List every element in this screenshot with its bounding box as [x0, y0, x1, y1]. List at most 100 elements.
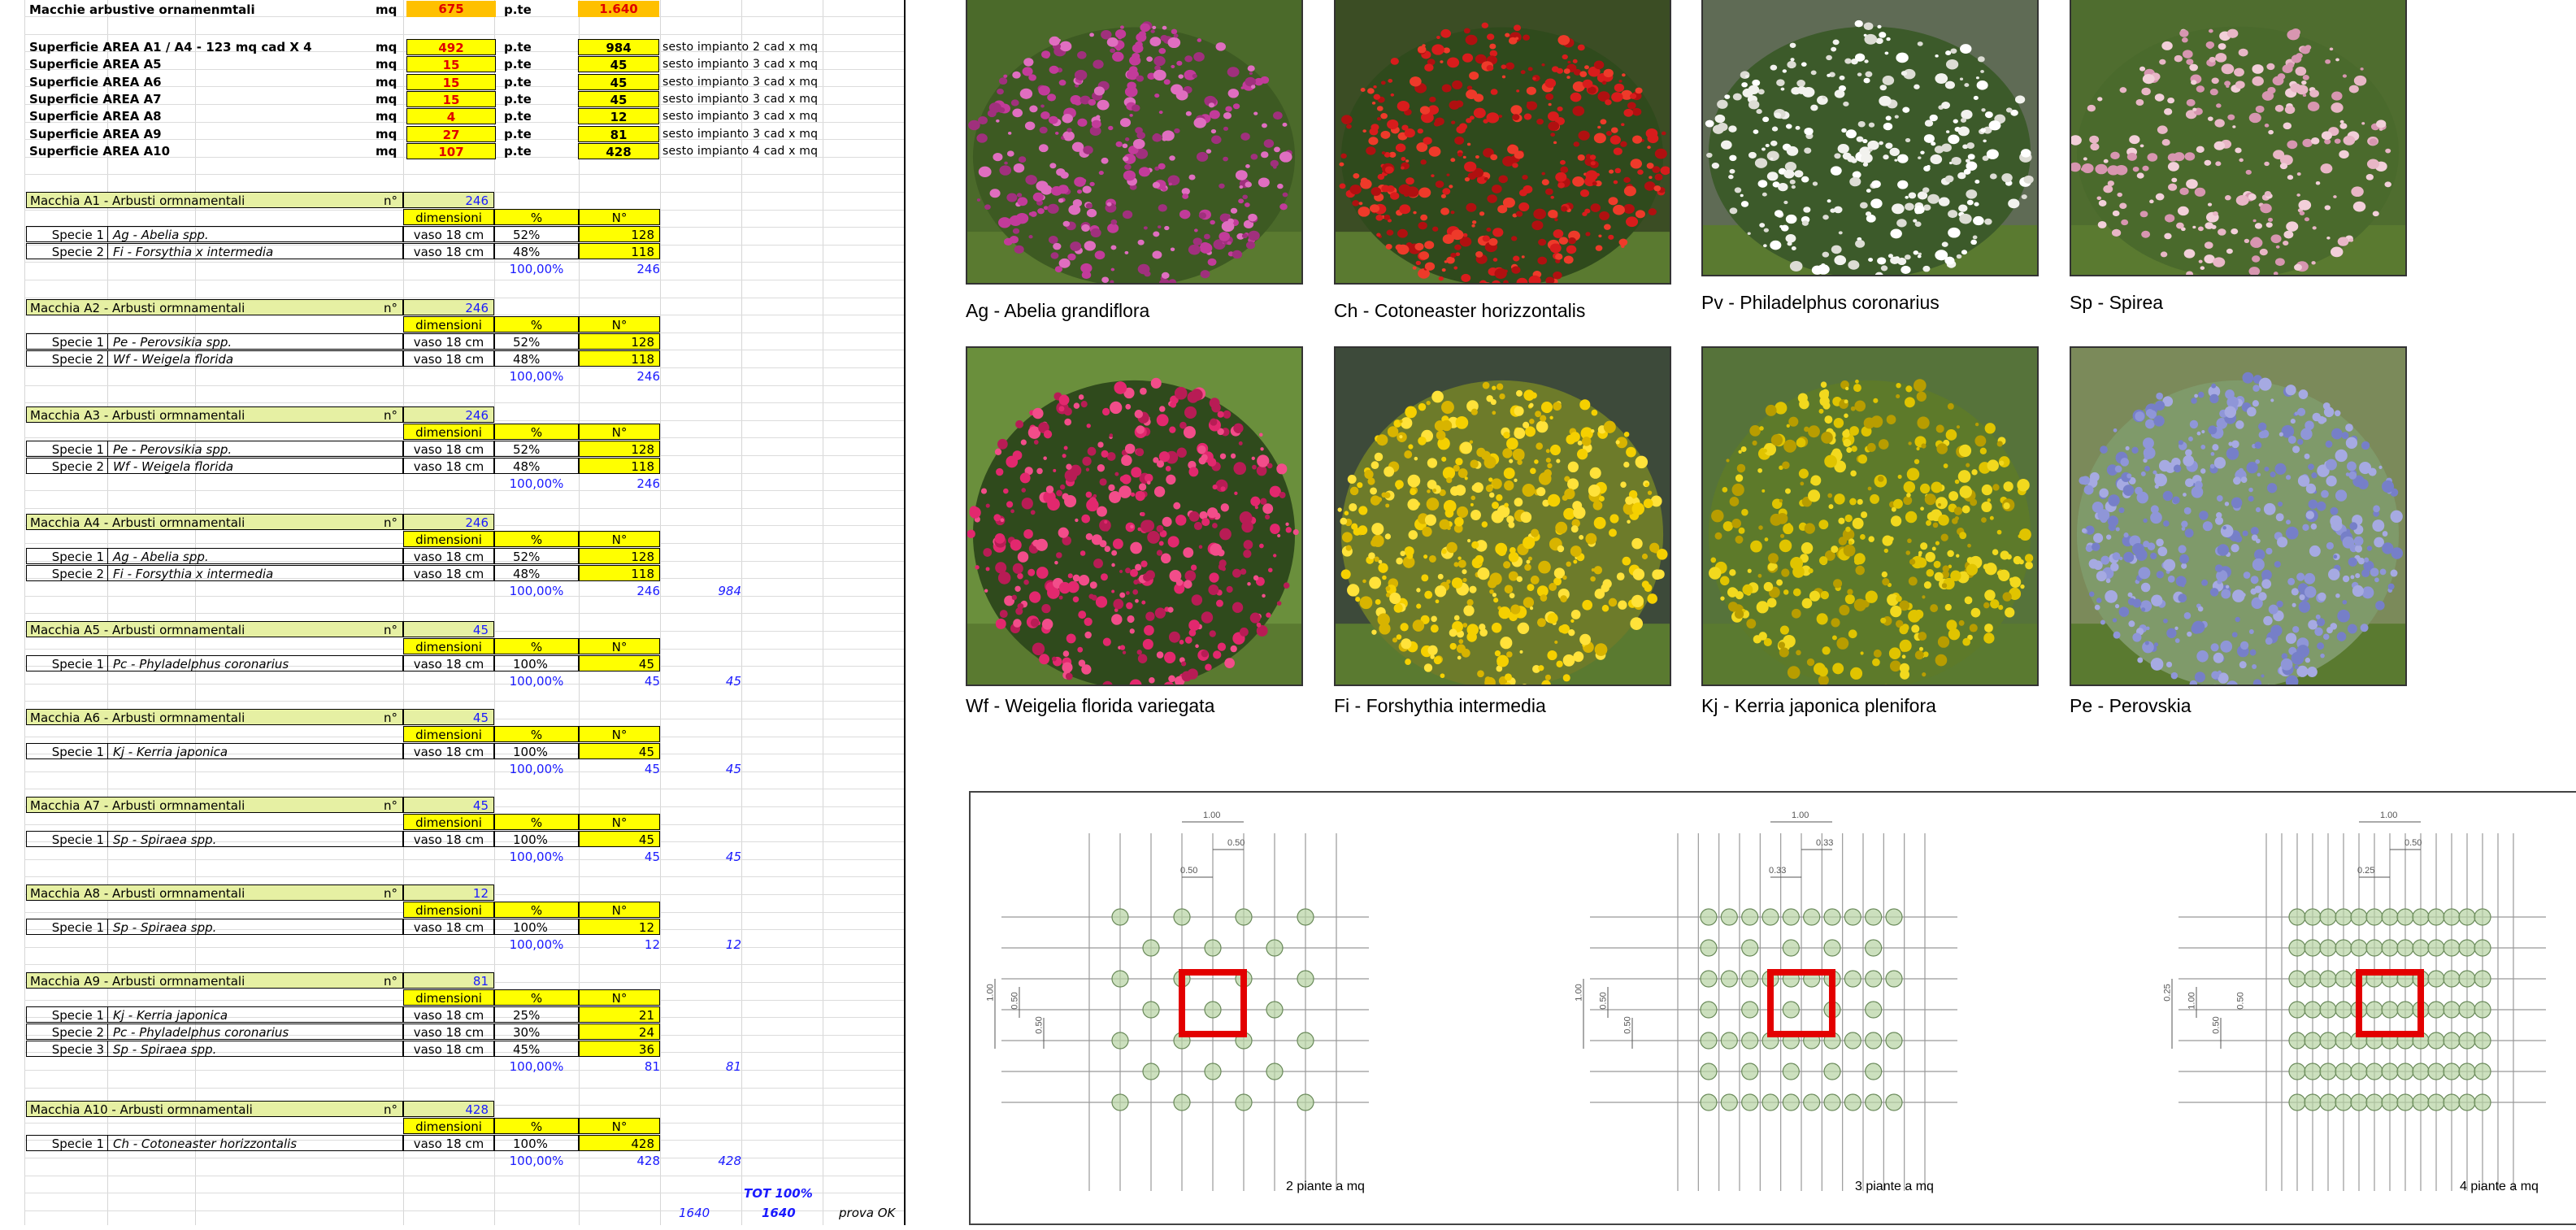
species-pct[interactable]: 45% [494, 1041, 579, 1057]
header-dimensioni[interactable]: dimensioni [403, 638, 494, 654]
species-name[interactable]: Pc - Phyladelphus coronarius [107, 655, 403, 672]
summary-row-label[interactable]: Superficie AREA A6 [29, 74, 162, 90]
species-name[interactable]: Pc - Phyladelphus coronarius [107, 1024, 403, 1040]
header-num[interactable]: N° [579, 902, 660, 918]
group-n-label[interactable]: n° [341, 299, 403, 315]
species-pct[interactable]: 100% [494, 1135, 579, 1151]
species-label[interactable]: Specie 2 [26, 565, 107, 581]
summary-row-note[interactable]: sesto impianto 3 cad x mq [662, 74, 818, 90]
summary-row-unit[interactable]: mq [376, 56, 397, 72]
species-num[interactable]: 128 [579, 333, 660, 350]
species-num[interactable]: 128 [579, 548, 660, 564]
group-total-pct[interactable]: 100,00% [494, 476, 579, 492]
species-pct[interactable]: 25% [494, 1006, 579, 1023]
species-size[interactable]: vaso 18 cm [403, 743, 494, 759]
species-label[interactable]: Specie 1 [26, 831, 107, 847]
header-num[interactable]: N° [579, 424, 660, 440]
species-name[interactable]: Ag - Abelia spp. [107, 226, 403, 242]
species-num[interactable]: 118 [579, 350, 660, 367]
summary-row-plants[interactable]: 12 [578, 108, 659, 124]
summary-row-label[interactable]: Superficie AREA A10 [29, 143, 170, 159]
group-n-label[interactable]: n° [341, 514, 403, 530]
header-num[interactable]: N° [579, 209, 660, 225]
group-count[interactable]: 428 [403, 1101, 494, 1117]
species-pct[interactable]: 100% [494, 831, 579, 847]
species-size[interactable]: vaso 18 cm [403, 548, 494, 564]
summary-row-note[interactable]: sesto impianto 3 cad x mq [662, 91, 818, 107]
header-dimensioni[interactable]: dimensioni [403, 726, 494, 742]
species-size[interactable]: vaso 18 cm [403, 565, 494, 581]
group-total-pct[interactable]: 100,00% [494, 849, 579, 865]
summary-row-unit2[interactable]: p.te [504, 126, 532, 142]
species-size[interactable]: vaso 18 cm [403, 458, 494, 474]
species-num[interactable]: 45 [579, 655, 660, 672]
header-dimensioni[interactable]: dimensioni [403, 424, 494, 440]
species-label[interactable]: Specie 1 [26, 441, 107, 457]
summary-row-unit[interactable]: mq [376, 74, 397, 90]
species-label[interactable]: Specie 1 [26, 548, 107, 564]
header-num[interactable]: N° [579, 726, 660, 742]
species-name[interactable]: Kj - Kerria japonica [107, 743, 403, 759]
summary-row-plants[interactable]: 45 [578, 56, 659, 72]
header-pct[interactable]: % [494, 316, 579, 332]
group-n-label[interactable]: n° [341, 621, 403, 637]
group-count[interactable]: 246 [403, 406, 494, 423]
group-extra-total[interactable]: 12 [660, 937, 746, 953]
summary-row-plants[interactable]: 428 [578, 143, 659, 159]
species-pct[interactable]: 30% [494, 1024, 579, 1040]
species-size[interactable]: vaso 18 cm [403, 226, 494, 242]
group-count[interactable]: 12 [403, 884, 494, 901]
group-extra-total[interactable]: 81 [660, 1058, 746, 1075]
species-label[interactable]: Specie 1 [26, 743, 107, 759]
group-total-pct[interactable]: 100,00% [494, 673, 579, 689]
species-label[interactable]: Specie 2 [26, 350, 107, 367]
group-total-pct[interactable]: 100,00% [494, 261, 579, 277]
summary-row-unit2[interactable]: p.te [504, 91, 532, 107]
left-total[interactable]: 1640 [679, 1205, 710, 1221]
species-name[interactable]: Sp - Spiraea spp. [107, 1041, 403, 1057]
summary-row-area[interactable]: 15 [406, 56, 496, 72]
header-num[interactable]: N° [579, 1118, 660, 1134]
group-total-num[interactable]: 12 [579, 937, 665, 953]
header-pct[interactable]: % [494, 1118, 579, 1134]
group-extra-total[interactable]: 45 [660, 761, 746, 777]
summary-row-note[interactable]: sesto impianto 3 cad x mq [662, 126, 818, 142]
species-name[interactable]: Ch - Cotoneaster horizzontalis [107, 1135, 403, 1151]
header-num[interactable]: N° [579, 814, 660, 830]
tot-100-label[interactable]: TOT 100% [744, 1185, 813, 1202]
species-num[interactable]: 428 [579, 1135, 660, 1151]
header-num[interactable]: N° [579, 989, 660, 1006]
summary-row-label[interactable]: Superficie AREA A7 [29, 91, 162, 107]
group-extra-total[interactable]: 984 [660, 583, 746, 599]
summary-row-plants[interactable]: 45 [578, 74, 659, 90]
summary-row-area[interactable]: 107 [406, 143, 496, 159]
species-num[interactable]: 12 [579, 919, 660, 935]
species-pct[interactable]: 100% [494, 743, 579, 759]
species-label[interactable]: Specie 1 [26, 919, 107, 935]
species-name[interactable]: Pe - Perovsikia spp. [107, 441, 403, 457]
species-pct[interactable]: 52% [494, 441, 579, 457]
spreadsheet-area[interactable]: Macchie arbustive ornamenmtali mq 675 p.… [0, 0, 906, 1225]
species-pct[interactable]: 48% [494, 565, 579, 581]
species-name[interactable]: Wf - Weigela florida [107, 458, 403, 474]
summary-row-note[interactable]: sesto impianto 3 cad x mq [662, 56, 818, 72]
header-pct[interactable]: % [494, 726, 579, 742]
group-count[interactable]: 246 [403, 192, 494, 208]
species-num[interactable]: 21 [579, 1006, 660, 1023]
summary-row-unit2[interactable]: p.te [504, 39, 532, 55]
header-pct[interactable]: % [494, 814, 579, 830]
species-size[interactable]: vaso 18 cm [403, 441, 494, 457]
group-total-num[interactable]: 45 [579, 673, 665, 689]
group-total-num[interactable]: 246 [579, 368, 665, 385]
species-label[interactable]: Specie 1 [26, 1135, 107, 1151]
group-n-label[interactable]: n° [341, 406, 403, 423]
summary-unit[interactable]: mq [376, 2, 397, 18]
group-count[interactable]: 45 [403, 709, 494, 725]
species-label[interactable]: Specie 3 [26, 1041, 107, 1057]
species-num[interactable]: 128 [579, 226, 660, 242]
species-num[interactable]: 118 [579, 243, 660, 259]
species-name[interactable]: Wf - Weigela florida [107, 350, 403, 367]
group-total-pct[interactable]: 100,00% [494, 368, 579, 385]
summary-row-unit[interactable]: mq [376, 143, 397, 159]
summary-area-value[interactable]: 675 [406, 1, 496, 17]
